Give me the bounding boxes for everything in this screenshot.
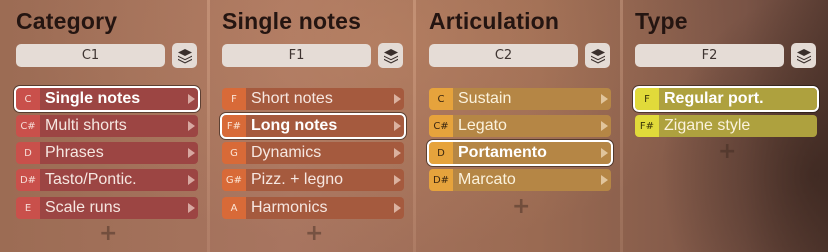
chevron-right-icon (597, 175, 611, 185)
chevron-right-icon (597, 148, 611, 158)
item-label: Portamento (458, 144, 547, 161)
list-item[interactable]: C Single notes (14, 86, 200, 112)
chevron-right-icon (390, 175, 404, 185)
item-label: Marcato (458, 171, 516, 188)
keyswitch-field[interactable]: F1 (222, 44, 371, 67)
list-item[interactable]: D Portamento (427, 140, 613, 166)
key-badge: C# (16, 115, 40, 137)
chevron-right-icon (184, 94, 198, 104)
key-badge: D# (429, 169, 453, 191)
item-label: Sustain (458, 90, 512, 107)
chevron-right-icon (184, 203, 198, 213)
column-divider (207, 0, 210, 252)
layers-button[interactable] (172, 43, 197, 68)
item-label: Long notes (251, 117, 338, 134)
list-item[interactable]: F# Long notes (220, 113, 406, 139)
item-label: Tasto/Pontic. (45, 171, 137, 188)
keyswitch-field[interactable]: F2 (635, 44, 784, 67)
layers-button[interactable] (378, 43, 403, 68)
key-badge: D (429, 142, 453, 164)
type-column: Type F2 F Regular port. F# Zigane style … (633, 0, 819, 252)
chevron-right-icon (597, 121, 611, 131)
chevron-right-icon (597, 94, 611, 104)
list-item[interactable]: D# Tasto/Pontic. (16, 169, 198, 191)
key-badge: A (222, 197, 246, 219)
item-label: Phrases (45, 144, 104, 161)
item-label: Dynamics (251, 144, 322, 161)
single-notes-column: Single notes F1 F Short notes F# Long no… (220, 0, 406, 252)
item-label: Single notes (45, 90, 141, 107)
list-item[interactable]: C# Legato (429, 115, 611, 137)
key-badge: F# (222, 115, 246, 137)
layers-icon (383, 48, 398, 63)
add-item-button[interactable]: + (305, 223, 323, 245)
layers-button[interactable] (585, 43, 610, 68)
chevron-right-icon (184, 175, 198, 185)
item-label: Scale runs (45, 199, 121, 216)
list-item[interactable]: F Regular port. (633, 86, 819, 112)
item-label: Harmonics (251, 199, 328, 216)
chevron-right-icon (184, 148, 198, 158)
key-badge: F (222, 88, 246, 110)
list-item[interactable]: C Sustain (429, 88, 611, 110)
add-item-button[interactable]: + (99, 223, 117, 245)
list-item[interactable]: G Dynamics (222, 142, 404, 164)
item-label: Zigane style (664, 117, 751, 134)
column-title: Single notes (222, 8, 362, 34)
key-badge: C (429, 88, 453, 110)
list-item[interactable]: E Scale runs (16, 197, 198, 219)
item-label: Legato (458, 117, 507, 134)
key-badge: D (16, 142, 40, 164)
chevron-right-icon (184, 121, 198, 131)
layers-icon (796, 48, 811, 63)
add-item-button[interactable]: + (512, 196, 530, 218)
key-badge: F (635, 88, 659, 110)
key-badge: G# (222, 169, 246, 191)
item-label: Multi shorts (45, 117, 127, 134)
column-divider (413, 0, 416, 252)
layers-button[interactable] (791, 43, 816, 68)
list-item[interactable]: D Phrases (16, 142, 198, 164)
list-item[interactable]: A Harmonics (222, 197, 404, 219)
item-label: Regular port. (664, 90, 764, 107)
key-badge: C (16, 88, 40, 110)
add-item-button[interactable]: + (718, 141, 736, 163)
column-title: Type (635, 8, 688, 34)
key-badge: D# (16, 169, 40, 191)
chevron-right-icon (390, 94, 404, 104)
column-title: Category (16, 8, 118, 34)
chevron-right-icon (390, 203, 404, 213)
articulation-column: Articulation C2 C Sustain C# Legato D Po… (427, 0, 613, 252)
list-item[interactable]: F# Zigane style (635, 115, 817, 137)
keyswitch-field[interactable]: C1 (16, 44, 165, 67)
chevron-right-icon (390, 148, 404, 158)
keyswitch-field[interactable]: C2 (429, 44, 578, 67)
item-label: Pizz. + legno (251, 171, 344, 188)
column-divider (620, 0, 623, 252)
layers-icon (590, 48, 605, 63)
list-item[interactable]: F Short notes (222, 88, 404, 110)
list-item[interactable]: D# Marcato (429, 169, 611, 191)
list-item[interactable]: G# Pizz. + legno (222, 169, 404, 191)
key-badge: F# (635, 115, 659, 137)
layers-icon (177, 48, 192, 63)
list-item[interactable]: C# Multi shorts (16, 115, 198, 137)
key-badge: C# (429, 115, 453, 137)
chevron-right-icon (390, 121, 404, 131)
key-badge: E (16, 197, 40, 219)
column-title: Articulation (429, 8, 560, 34)
category-column: Category C1 C Single notes C# Multi shor… (14, 0, 200, 252)
key-badge: G (222, 142, 246, 164)
item-label: Short notes (251, 90, 333, 107)
